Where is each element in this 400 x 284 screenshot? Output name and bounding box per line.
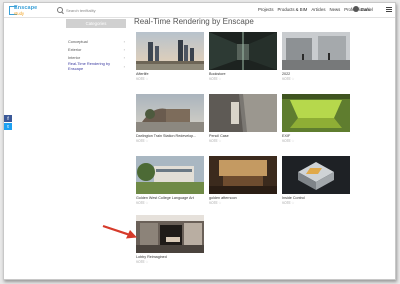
category-sidebar: Categories Conceptual › Exterior › Interio…	[66, 19, 126, 71]
gallery-tile[interactable]: Darlington Train Station Redevelop... VO…	[136, 94, 204, 143]
search-bar[interactable]: Search tenfitality	[57, 6, 117, 15]
tile-image[interactable]	[136, 215, 204, 253]
social-share-bar: f t	[4, 115, 12, 130]
site-logo[interactable]: Enscape study	[9, 5, 41, 17]
hamburger-menu-icon[interactable]	[386, 7, 392, 13]
tile-image[interactable]	[136, 94, 204, 132]
vote-link[interactable]: VOTE ♡	[282, 77, 350, 81]
chevron-right-icon: ›	[123, 55, 125, 61]
tile-title[interactable]: Golden West College Language Art	[136, 196, 204, 200]
tile-title[interactable]: Pencil Case	[209, 134, 277, 138]
gallery-tile[interactable]: Lobby Reimagined VOTE ♡	[136, 215, 204, 264]
tile-image[interactable]	[209, 32, 277, 70]
nav-projects[interactable]: Projects	[258, 7, 274, 12]
tile-image[interactable]	[282, 156, 350, 194]
chevron-right-icon: ›	[123, 63, 125, 69]
gallery-tile[interactable]: 2022 VOTE ♡	[282, 32, 350, 81]
avatar	[353, 6, 359, 12]
vote-link[interactable]: VOTE ♡	[209, 201, 277, 205]
tile-image[interactable]	[136, 32, 204, 70]
nav-products-bim[interactable]: Products & BIM	[278, 7, 308, 12]
nav-news[interactable]: News	[329, 7, 340, 12]
vote-link[interactable]: VOTE ♡	[136, 77, 204, 81]
tile-image[interactable]	[282, 94, 350, 132]
gallery-tile[interactable]: Bookstore VOTE ♡	[209, 32, 277, 81]
gallery-tile[interactable]: Golden West College Language Art VOTE ♡	[136, 156, 204, 205]
tile-title[interactable]: Inside Control	[282, 196, 350, 200]
tile-title[interactable]: Afterlife	[136, 72, 204, 76]
tile-title[interactable]: 2022	[282, 72, 350, 76]
search-input[interactable]: Search tenfitality	[66, 8, 96, 13]
vote-link[interactable]: VOTE ♡	[136, 201, 204, 205]
vote-link[interactable]: VOTE ♡	[282, 139, 350, 143]
user-menu[interactable]: Daniel	[353, 6, 373, 12]
page-title: Real-Time Rendering by Enscape	[134, 17, 254, 26]
vote-link[interactable]: VOTE ♡	[282, 201, 350, 205]
tile-title[interactable]: EXIF	[282, 134, 350, 138]
logo-subtext: study	[14, 11, 25, 16]
categories-heading: Categories	[66, 19, 126, 28]
vote-link[interactable]: VOTE ♡	[209, 77, 277, 81]
tile-image[interactable]	[282, 32, 350, 70]
tile-title[interactable]: Darlington Train Station Redevelop...	[136, 134, 204, 138]
tile-title[interactable]: Bookstore	[209, 72, 277, 76]
gallery-tile[interactable]: Pencil Case VOTE ♡	[209, 94, 277, 143]
search-icon	[57, 7, 64, 14]
nav-articles[interactable]: Articles	[311, 7, 325, 12]
top-bar: Enscape study Search tenfitality Project…	[4, 3, 395, 18]
tile-image[interactable]	[209, 156, 277, 194]
vote-link[interactable]: VOTE ♡	[209, 139, 277, 143]
browser-frame: Enscape study Search tenfitality Project…	[3, 2, 396, 280]
chevron-right-icon: ›	[123, 46, 125, 52]
gallery-tile[interactable]: EXIF VOTE ♡	[282, 94, 350, 143]
tile-image[interactable]	[209, 94, 277, 132]
sidebar-item-conceptual[interactable]: Conceptual ›	[66, 37, 126, 45]
gallery-tile[interactable]: Inside Control VOTE ♡	[282, 156, 350, 205]
tile-title[interactable]: golden afternoon	[209, 196, 277, 200]
facebook-share-button[interactable]: f	[4, 115, 12, 122]
vote-link[interactable]: VOTE ♡	[136, 260, 204, 264]
gallery-tile[interactable]: golden afternoon VOTE ♡	[209, 156, 277, 205]
tile-title[interactable]: Lobby Reimagined	[136, 255, 204, 259]
gallery-tile[interactable]: Afterlife VOTE ♡	[136, 32, 204, 81]
twitter-share-button[interactable]: t	[4, 123, 12, 130]
sidebar-item-exterior[interactable]: Exterior ›	[66, 45, 126, 53]
vote-link[interactable]: VOTE ♡	[136, 139, 204, 143]
red-arrow-annotation-icon	[102, 224, 137, 239]
chevron-right-icon: ›	[123, 38, 125, 44]
user-name: Daniel	[361, 6, 373, 12]
sidebar-item-real-time-rendering[interactable]: Real-Time Rendering by Enscape ›	[66, 61, 126, 71]
tile-image[interactable]	[136, 156, 204, 194]
